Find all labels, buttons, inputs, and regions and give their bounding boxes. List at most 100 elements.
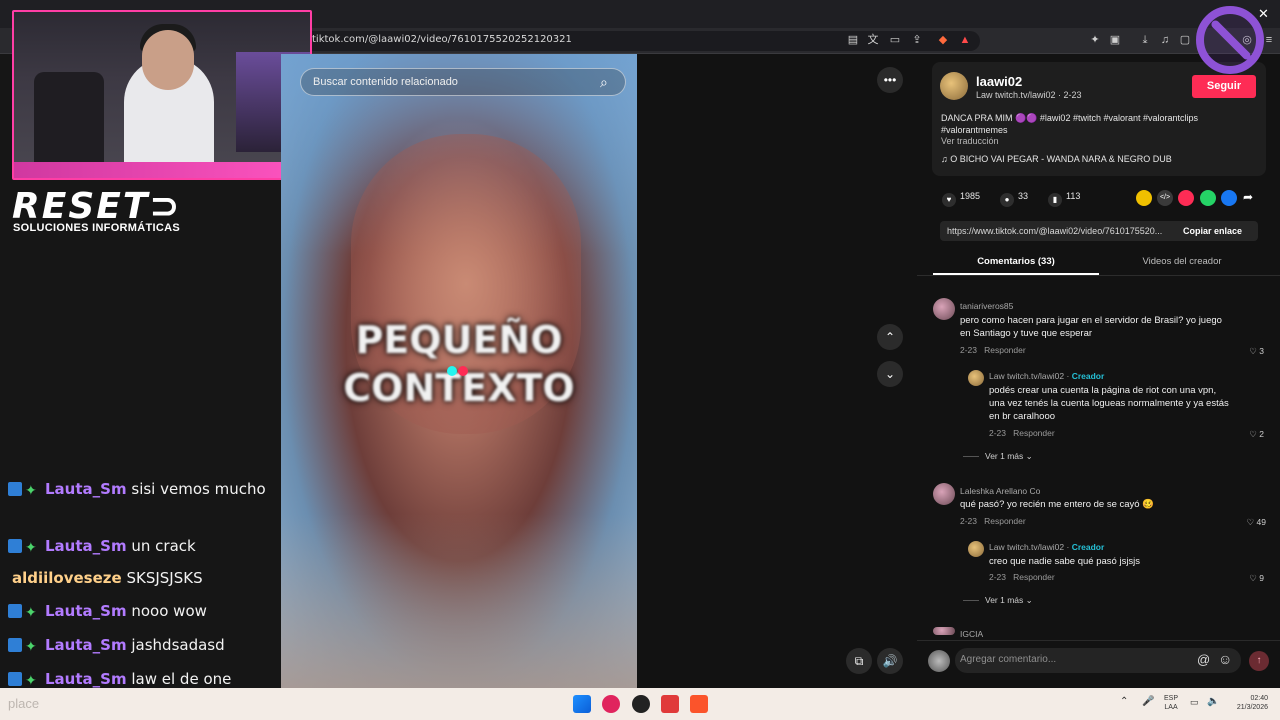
heart-icon[interactable]: ♥ <box>942 193 956 207</box>
media-app-icon[interactable] <box>602 695 620 713</box>
comment-stat[interactable]: ● 33 <box>1000 191 1028 207</box>
reply-avatar[interactable] <box>968 541 984 557</box>
comment-count: 33 <box>1018 191 1029 201</box>
send-icon[interactable] <box>1178 190 1194 206</box>
chat-username: Lauta_Sm <box>45 636 127 654</box>
download-icon[interactable]: ⤓ <box>1138 33 1152 47</box>
cast-icon[interactable]: ▭ <box>888 33 902 47</box>
chat-text: jashdsadasd <box>131 636 225 654</box>
bookmark-icon[interactable]: ▮ <box>1048 193 1062 207</box>
network-icon[interactable]: ▭ <box>1190 697 1199 708</box>
reader-icon[interactable]: ▤ <box>846 33 860 47</box>
share-arrow-icon[interactable]: ➦ <box>1243 190 1253 204</box>
music-icon[interactable]: ♫ <box>1158 33 1172 47</box>
commenter-avatar[interactable] <box>933 298 955 320</box>
windows-start-icon[interactable] <box>573 695 591 713</box>
view-more-label[interactable]: Ver 1 más <box>985 595 1023 605</box>
reply-like[interactable]: ♡ 9 <box>1234 573 1264 584</box>
url-text[interactable]: tiktok.com/@laawi02/video/76101755202521… <box>312 34 572 45</box>
comment-author[interactable]: taniariveros85 <box>960 301 1013 311</box>
chat-star-icon: ✦ <box>25 605 37 621</box>
view-more-replies[interactable]: Ver 1 más ⌄ <box>985 451 1033 462</box>
alert-icon[interactable]: ▲ <box>958 33 972 47</box>
webcam-head <box>142 30 194 90</box>
more-options-icon[interactable]: ••• <box>877 67 903 93</box>
menu-icon[interactable]: ≡ <box>1262 33 1276 47</box>
comment-placeholder[interactable]: Agregar comentario... <box>960 654 1056 665</box>
creator-meta: Law twitch.tv/lawi02 · 2-23 <box>976 90 1082 100</box>
reply-button[interactable]: Responder <box>1013 428 1055 438</box>
obs-icon[interactable] <box>632 695 650 713</box>
music-info[interactable]: ♫ O BICHO VAI PEGAR - WANDA NARA & NEGRO… <box>941 154 1172 164</box>
emoji-icon[interactable]: ☺ <box>1218 651 1232 667</box>
related-search-placeholder[interactable]: Buscar contenido relacionado <box>313 76 458 88</box>
comment-author[interactable]: IGCIA <box>960 629 983 639</box>
clock[interactable]: 02:40 21/3/2026 <box>1228 694 1268 712</box>
follow-button[interactable]: Seguir <box>1192 75 1256 98</box>
music-note-icon: ♫ <box>941 154 951 164</box>
post-comment-icon[interactable]: ↑ <box>1249 651 1269 671</box>
chat-star-icon: ✦ <box>25 483 37 499</box>
music-title[interactable]: O BICHO VAI PEGAR - WANDA NARA & NEGRO D… <box>950 154 1172 164</box>
tray-chevron-icon[interactable]: ⌃ <box>1120 696 1128 707</box>
share-icon[interactable]: ⇪ <box>910 33 924 47</box>
tab-comments[interactable]: Comentarios (33) <box>933 256 1099 267</box>
save-stat[interactable]: ▮ 113 <box>1048 191 1080 207</box>
comment-icon[interactable]: ● <box>1000 193 1014 207</box>
reply-author-name[interactable]: Law twitch.tv/lawi02 <box>989 371 1064 381</box>
reply-like[interactable]: ♡ 2 <box>1234 429 1264 440</box>
reply-button[interactable]: Responder <box>984 345 1026 355</box>
embed-icon[interactable]: </> <box>1157 190 1173 206</box>
more-replies-line <box>963 600 979 601</box>
reply-author-name[interactable]: Law twitch.tv/lawi02 <box>989 542 1064 552</box>
chevron-down-icon[interactable]: ⌄ <box>877 361 903 387</box>
reply-author[interactable]: Law twitch.tv/lawi02 · Creador <box>989 371 1104 381</box>
creator-avatar[interactable] <box>940 72 968 100</box>
tab-creator-videos[interactable]: Videos del creador <box>1100 256 1264 267</box>
mention-icon[interactable]: @ <box>1197 652 1210 667</box>
clock-date: 21/3/2026 <box>1236 704 1268 711</box>
repost-icon[interactable] <box>1136 190 1152 206</box>
commenter-avatar[interactable] <box>933 483 955 505</box>
translate-link[interactable]: Ver traducción <box>941 136 999 146</box>
chat-username: Lauta_Sm <box>45 537 127 555</box>
chevron-up-icon[interactable]: ⌃ <box>877 324 903 350</box>
brave-shield-icon[interactable]: ◆ <box>936 33 950 47</box>
chat-star-icon: ✦ <box>25 673 37 689</box>
comment-text: qué pasó? yo recién me entero de se cayó… <box>960 499 1155 510</box>
reply-avatar[interactable] <box>968 370 984 386</box>
chat-badge-icon <box>8 672 22 686</box>
chat-star-icon: ✦ <box>25 639 37 655</box>
creator-username[interactable]: laawi02 <box>976 74 1022 89</box>
commenter-avatar[interactable] <box>933 627 955 635</box>
microphone-icon[interactable]: 🎤 <box>1142 696 1154 707</box>
pocket-app-icon[interactable] <box>661 695 679 713</box>
like-stat[interactable]: ♥ 1985 <box>942 191 980 207</box>
copy-link-button[interactable]: Copiar enlace <box>1183 226 1242 236</box>
floating-player-icon[interactable]: ⧉ <box>846 648 872 674</box>
comment-author[interactable]: Laleshka Arellano Co <box>960 486 1040 496</box>
my-avatar[interactable] <box>928 650 950 672</box>
facebook-icon[interactable] <box>1221 190 1237 206</box>
reply-button[interactable]: Responder <box>1013 572 1055 582</box>
reply-button[interactable]: Responder <box>984 516 1026 526</box>
translate-icon[interactable]: 文 <box>866 33 880 47</box>
reply-author[interactable]: Law twitch.tv/lawi02 · Creador <box>989 542 1104 552</box>
search-icon[interactable]: ⌕ <box>600 74 608 91</box>
view-more-label[interactable]: Ver 1 más <box>985 451 1023 461</box>
chevron-down-icon: ⌄ <box>1025 451 1033 461</box>
whatsapp-icon[interactable] <box>1200 190 1216 206</box>
window-icon[interactable]: ▢ <box>1178 33 1192 47</box>
extensions-icon[interactable]: ✦ <box>1088 33 1102 47</box>
language-indicator[interactable]: ESP LAA <box>1164 694 1178 712</box>
comment-like[interactable]: ♡ 3 <box>1234 346 1264 357</box>
view-more-replies[interactable]: Ver 1 más ⌄ <box>985 595 1033 606</box>
comment-like[interactable]: ♡ 49 <box>1236 517 1266 528</box>
speaker-icon[interactable]: 🔈 <box>1207 696 1219 707</box>
chat-message: ✦ Lauta_Sm jashdsadasd <box>8 634 278 656</box>
taskbar-search[interactable]: place <box>8 696 39 711</box>
volume-icon[interactable]: 🔊 <box>877 648 903 674</box>
brave-browser-icon[interactable] <box>690 695 708 713</box>
close-window-icon[interactable]: ✕ <box>1258 6 1269 22</box>
sidebar-icon[interactable]: ▣ <box>1108 33 1122 47</box>
